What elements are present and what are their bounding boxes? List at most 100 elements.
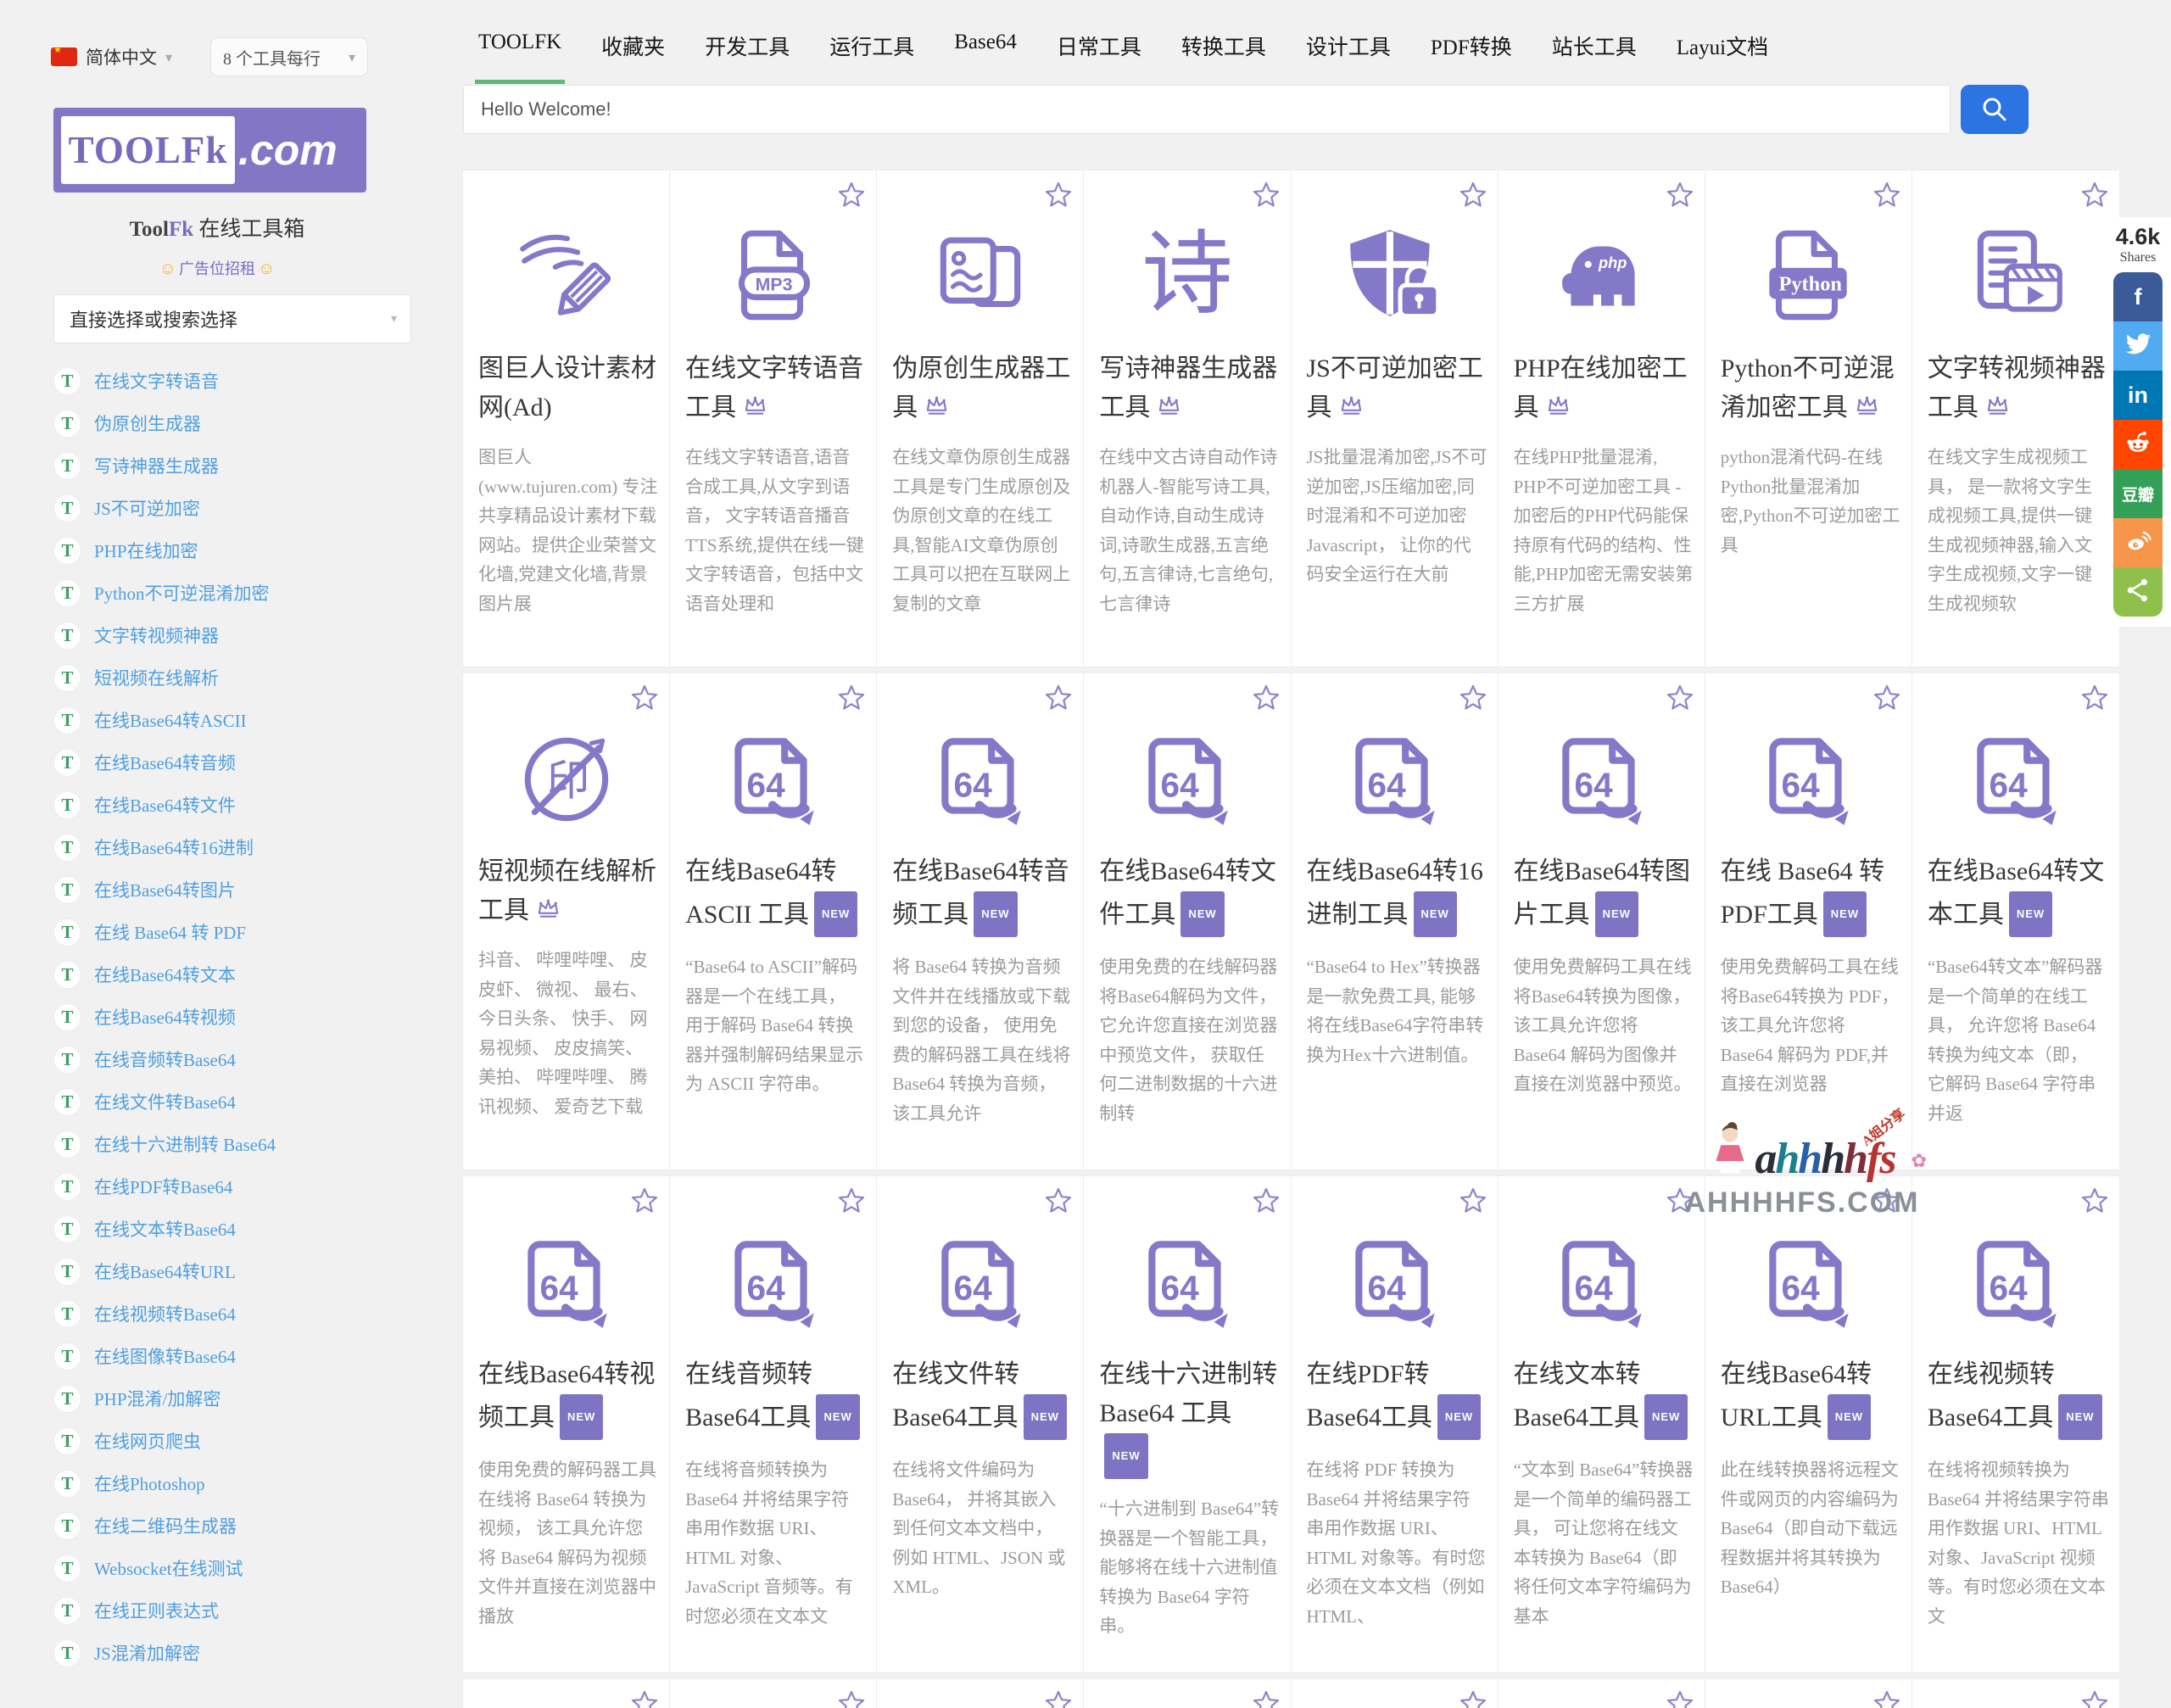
favorite-star-icon[interactable] — [1872, 181, 1901, 209]
sidebar-item-label[interactable]: 在线Base64转ASCII — [94, 707, 247, 733]
tool-card[interactable]: 64在线Base64转音频工具NEW将 Base64 转换为音频文件并在线播放或… — [877, 673, 1084, 1169]
tool-card[interactable]: 64在线文本转Base64工具NEW“文本到 Base64”转换器是一个简单的编… — [1498, 1176, 1705, 1672]
tool-card[interactable] — [463, 1679, 670, 1708]
favorite-star-icon[interactable] — [1459, 1689, 1487, 1708]
sidebar-item[interactable]: T在线Base64转文本 — [53, 953, 276, 996]
favorite-star-icon[interactable] — [630, 684, 659, 712]
sidebar-item[interactable]: T伪原创生成器 — [53, 402, 276, 444]
tab-PDF转换[interactable]: PDF转换 — [1427, 31, 1515, 84]
favorite-star-icon[interactable] — [1666, 1186, 1694, 1215]
favorite-star-icon[interactable] — [630, 1186, 659, 1215]
tool-search-select[interactable]: 直接选择或搜索选择 ▾ — [53, 294, 411, 343]
linkedin-share-button[interactable]: in — [2113, 371, 2163, 420]
sidebar-item[interactable]: TPHP在线加密 — [53, 529, 276, 572]
sidebar-item-label[interactable]: 在线 Base64 转 PDF — [94, 919, 246, 945]
sidebar-item[interactable]: T在线文字转语音 — [53, 360, 276, 402]
sidebar-item-label[interactable]: 在线文件转Base64 — [94, 1089, 236, 1114]
sidebar-item-label[interactable]: 短视频在线解析 — [94, 665, 219, 690]
sidebar-item-label[interactable]: 在线十六进制转 Base64 — [94, 1131, 276, 1157]
tab-站长工具[interactable]: 站长工具 — [1549, 31, 1640, 84]
favorite-star-icon[interactable] — [1044, 684, 1073, 712]
tool-card[interactable]: 64在线Base64转16进制工具NEW“Base64 to Hex”转换器是一… — [1292, 673, 1498, 1169]
sidebar-item[interactable]: T在线PDF转Base64 — [53, 1165, 276, 1208]
favorite-star-icon[interactable] — [1044, 181, 1073, 209]
favorite-star-icon[interactable] — [1459, 684, 1487, 712]
favorite-star-icon[interactable] — [630, 1689, 659, 1708]
sidebar-item[interactable]: T在线Base64转ASCII — [53, 699, 276, 741]
tool-card[interactable]: JS不可逆加密工具JS批量混淆加密,JS不可逆加密,JS压缩加密,同时混淆和不可… — [1292, 170, 1498, 667]
ad-link[interactable]: ☺广告位招租☺ — [0, 257, 434, 279]
sidebar-item-label[interactable]: 在线Photoshop — [94, 1471, 205, 1496]
tab-开发工具[interactable]: 开发工具 — [701, 31, 793, 84]
reddit-share-button[interactable] — [2113, 420, 2163, 469]
tool-card[interactable]: 64在线Base64转ASCII 工具NEW“Base64 to ASCII”解… — [670, 673, 877, 1169]
tool-card[interactable] — [1705, 1679, 1912, 1708]
language-selector[interactable]: ★ 简体中文 ▾ — [51, 44, 172, 70]
favorite-star-icon[interactable] — [1252, 181, 1281, 209]
tool-card[interactable]: 64在线文件转Base64工具NEW在线将文件编码为 Base64， 并将其嵌入… — [877, 1176, 1084, 1672]
sidebar-item-label[interactable]: 在线Base64转音频 — [94, 750, 236, 775]
favorite-star-icon[interactable] — [837, 1186, 866, 1215]
sidebar-item[interactable]: T在线Base64转16进制 — [53, 826, 276, 868]
sidebar-item-label[interactable]: 在线Base64转图片 — [94, 877, 236, 902]
tool-card[interactable]: 伪原创生成器工具在线文章伪原创生成器工具是专门生成原创及伪原创文章的在线工具,智… — [877, 170, 1084, 667]
tool-card[interactable]: 64在线视频转Base64工具NEW在线将视频转换为 Base64 并将结果字符… — [1912, 1176, 2119, 1672]
favorite-star-icon[interactable] — [1252, 1186, 1281, 1215]
favorite-star-icon[interactable] — [2080, 1689, 2109, 1708]
sidebar-item-label[interactable]: JS不可逆加密 — [94, 495, 200, 521]
sidebar-item-label[interactable]: JS混淆加解密 — [94, 1640, 200, 1666]
sidebar-item-label[interactable]: 在线Base64转URL — [94, 1259, 236, 1284]
favorite-star-icon[interactable] — [1666, 1689, 1694, 1708]
sidebar-item[interactable]: T在线Base64转视频 — [53, 996, 276, 1038]
sidebar-item[interactable]: T在线Base64转图片 — [53, 868, 276, 911]
favorite-star-icon[interactable] — [1459, 1186, 1487, 1215]
tool-card[interactable]: 64在线十六进制转 Base64 工具NEW“十六进制到 Base64”转换器是… — [1084, 1176, 1291, 1672]
tab-收藏夹[interactable]: 收藏夹 — [598, 31, 668, 84]
sidebar-item-label[interactable]: PHP混淆/加解密 — [94, 1386, 220, 1411]
favorite-star-icon[interactable] — [1044, 1689, 1073, 1708]
favorite-star-icon[interactable] — [2080, 1186, 2109, 1215]
sidebar-item-label[interactable]: 在线Base64转文本 — [94, 962, 236, 987]
sidebar-item[interactable]: TPHP混淆/加解密 — [53, 1377, 276, 1420]
favorite-star-icon[interactable] — [1872, 1689, 1901, 1708]
tab-Layui文档[interactable]: Layui文档 — [1673, 31, 1772, 84]
tool-card[interactable]: 64在线Base64转文件工具NEW使用免费的在线解码器将Base64解码为文件… — [1084, 673, 1291, 1169]
sidebar-item-label[interactable]: Python不可逆混淆加密 — [94, 580, 270, 606]
sidebar-item-label[interactable]: 在线Base64转文件 — [94, 792, 236, 818]
tab-日常工具[interactable]: 日常工具 — [1053, 31, 1145, 84]
favorite-star-icon[interactable] — [1044, 1186, 1073, 1215]
favorite-star-icon[interactable] — [1666, 181, 1694, 209]
tab-TOOLFK[interactable]: TOOLFK — [475, 31, 565, 84]
sidebar-item[interactable]: TJS混淆加解密 — [53, 1632, 276, 1674]
sidebar-item-label[interactable]: 在线PDF转Base64 — [94, 1174, 232, 1199]
favorite-star-icon[interactable] — [1872, 1186, 1901, 1215]
tool-card[interactable] — [1498, 1679, 1705, 1708]
sidebar-item-label[interactable]: 伪原创生成器 — [94, 410, 201, 436]
sidebar-item[interactable]: T写诗神器生成器 — [53, 444, 276, 487]
tool-card[interactable]: 64在线Base64转视频工具NEW使用免费的解码器工具在线将 Base64 转… — [463, 1176, 670, 1672]
favorite-star-icon[interactable] — [837, 684, 866, 712]
site-logo[interactable]: TOOLFk .com — [53, 108, 366, 193]
favorite-star-icon[interactable] — [1252, 1689, 1281, 1708]
weibo-share-button[interactable] — [2113, 518, 2163, 567]
sidebar-item[interactable]: TWebsocket在线测试 — [53, 1547, 276, 1589]
tab-转换工具[interactable]: 转换工具 — [1178, 31, 1270, 84]
sidebar-item[interactable]: T在线 Base64 转 PDF — [53, 911, 276, 953]
sidebar-item[interactable]: T在线音频转Base64 — [53, 1038, 276, 1080]
tool-card[interactable]: PythonPython不可逆混淆加密工具python混淆代码-在线Python… — [1705, 170, 1912, 667]
tool-card[interactable] — [877, 1679, 1084, 1708]
sidebar-item[interactable]: T在线Base64转URL — [53, 1250, 276, 1292]
favorite-star-icon[interactable] — [1872, 684, 1901, 712]
sidebar-item[interactable]: T在线Photoshop — [53, 1462, 276, 1504]
favorite-star-icon[interactable] — [837, 181, 866, 209]
sidebar-item[interactable]: T在线文件转Base64 — [53, 1080, 276, 1123]
sidebar-item-label[interactable]: 写诗神器生成器 — [94, 453, 219, 478]
tool-card[interactable] — [1292, 1679, 1498, 1708]
tools-per-row-select[interactable]: 8 个工具每行 ▾ — [210, 37, 368, 76]
favorite-star-icon[interactable] — [2080, 684, 2109, 712]
sidebar-item-label[interactable]: 文字转视频神器 — [94, 622, 219, 648]
search-input[interactable] — [463, 85, 1951, 134]
sidebar-item-label[interactable]: 在线音频转Base64 — [94, 1047, 236, 1072]
sidebar-item[interactable]: T在线二维码生成器 — [53, 1504, 276, 1547]
sidebar-item-label[interactable]: 在线视频转Base64 — [94, 1301, 236, 1326]
